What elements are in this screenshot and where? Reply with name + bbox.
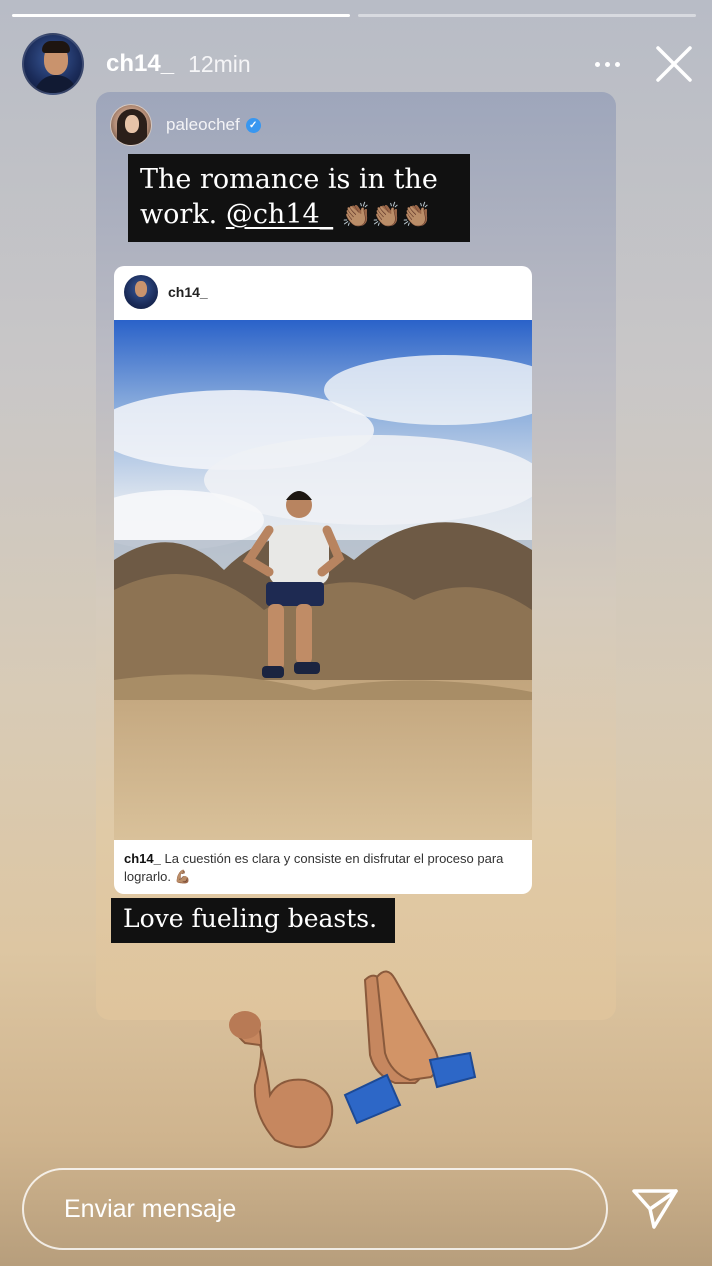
shared-story-card[interactable]: paleochef ✓ The romance is in the work. …: [96, 92, 616, 1020]
post-avatar: [124, 275, 158, 309]
quote-line-2: work. @ch14_ 👏🏽👏🏽👏🏽: [140, 197, 458, 232]
message-placeholder: Enviar mensaje: [64, 1194, 237, 1223]
post-caption: ch14_ La cuestión es clara y consiste en…: [124, 850, 520, 885]
post-header: ch14_: [114, 266, 532, 318]
shared-story-header[interactable]: paleochef ✓: [110, 104, 261, 146]
clapping-emoji: 👏🏽👏🏽👏🏽: [341, 201, 432, 230]
avatar[interactable]: [22, 33, 84, 95]
story-header: ch14_ 12min: [22, 32, 694, 96]
author-username[interactable]: paleochef: [166, 115, 240, 135]
footer-text-box: Love fueling beasts.: [111, 898, 396, 943]
more-options-icon[interactable]: [595, 61, 620, 67]
flexed-biceps-icon: [229, 1011, 334, 1149]
post-photo: [114, 320, 532, 840]
mention-link[interactable]: @ch14_: [226, 199, 333, 230]
author-avatar[interactable]: [110, 104, 152, 146]
footer-text: Love fueling beasts.: [123, 904, 378, 933]
close-icon[interactable]: [654, 44, 694, 84]
message-input[interactable]: Enviar mensaje: [22, 1168, 608, 1250]
embedded-post[interactable]: ch14_ ch14_ La cuestión es clara y consi…: [114, 266, 532, 894]
story-progress: [12, 14, 696, 17]
emoji-stickers: [229, 970, 477, 1149]
verified-badge-icon: ✓: [245, 117, 261, 133]
caption-username: ch14_: [124, 851, 161, 866]
progress-fill: [12, 14, 350, 17]
quote-text-box: The romance is in the work. @ch14_ 👏🏽👏🏽👏…: [128, 154, 470, 243]
folded-hands-icon: [343, 970, 477, 1125]
quote-line-1: The romance is in the: [140, 164, 438, 195]
timestamp: 12min: [188, 50, 251, 77]
caption-text: La cuestión es clara y consiste en disfr…: [124, 851, 504, 884]
username[interactable]: ch14_: [106, 50, 174, 78]
post-username: ch14_: [168, 284, 208, 300]
progress-segment: [358, 14, 696, 17]
quote-word: work.: [140, 199, 218, 231]
send-icon[interactable]: [630, 1185, 680, 1231]
progress-segment: [12, 14, 350, 17]
